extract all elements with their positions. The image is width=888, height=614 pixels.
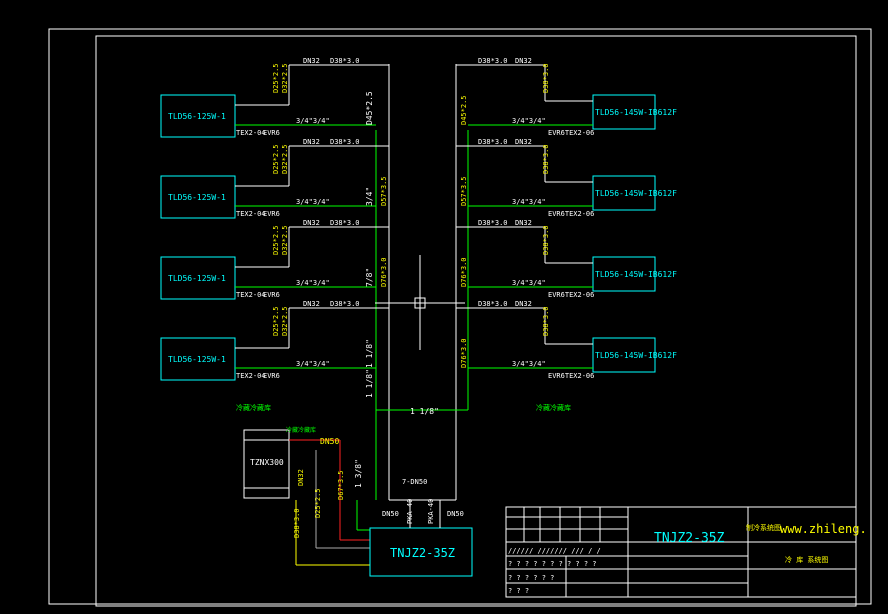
right-riser-spec: D76*3.0 (460, 257, 468, 287)
left-d38-label: D38*3.0 (330, 57, 360, 65)
left-tex-label: TEX2-04 (236, 210, 266, 218)
right-evaporator-label: TLD56-145W-IB612F (595, 270, 677, 279)
left-evaporator-label: TLD56-125W-1 (168, 193, 226, 202)
right-riser-spec: D57*3.5 (460, 176, 468, 206)
right-d38-vlabel: D38*3.0 (542, 225, 550, 255)
left-d38-label: D38*3.0 (330, 138, 360, 146)
left-riser-size: 1 1/8" (365, 339, 374, 368)
dn50-right-label: DN50 (447, 510, 464, 518)
left-d25-label: D25*2.5 (272, 225, 280, 255)
title-caption: 冷 库 系统图 (785, 555, 828, 564)
left-d32-label: D32*2.5 (281, 63, 289, 93)
right-evr-label: EVR6TEX2-06 (548, 210, 594, 218)
left-size-label: 3/4"3/4" (296, 198, 330, 206)
right-d38-label: D38*3.0 (478, 300, 508, 308)
right-dn32-label: DN32 (515, 57, 532, 65)
right-d38-vlabel: D38*3.0 (542, 306, 550, 336)
right-evr-label: EVR6TEX2-06 (548, 291, 594, 299)
right-size-label: 3/4"3/4" (512, 279, 546, 287)
title-row-q2: ? ? ? ? ? ? (508, 574, 554, 582)
title-model: TNJZ2-35Z (654, 531, 725, 546)
right-d38-vlabel: D38*3.0 (542, 144, 550, 174)
right-riser-spec: D45*2.5 (460, 95, 468, 125)
left-riser-size: 7/8" (365, 268, 374, 287)
cross-size-label: 1 1/8" (410, 407, 439, 416)
left-size-label: 3/4"3/4" (296, 279, 330, 287)
right-evaporator-label: TLD56-145W-IB612F (595, 189, 677, 198)
right-dn32-label: DN32 (515, 300, 532, 308)
inner-frame (95, 35, 857, 607)
left-dn32-label: DN32 (303, 138, 320, 146)
right-size-label: 3/4"3/4" (512, 117, 546, 125)
left-d32-label: D32*2.5 (281, 144, 289, 174)
right-d38-label: D38*3.0 (478, 219, 508, 227)
left-d32-label: D32*2.5 (281, 225, 289, 255)
right-dn32-label: DN32 (515, 138, 532, 146)
left-evaporator-label: TLD56-125W-1 (168, 112, 226, 121)
left-riser-size: D45*2.5 (365, 91, 374, 125)
left-zone-note: 冷藏冷藏库 (236, 403, 271, 412)
system-diagram-canvas: TLD56-125W-1DN32 D38*3.0D25*2.5 D32*2.53/4… (48, 28, 872, 607)
dn32-v-label: DN32 (297, 469, 305, 486)
size-138-label: 1 3/8" (354, 459, 363, 488)
d67-v-label: D67*3.5 (337, 470, 345, 500)
left-evaporator-label: TLD56-125W-1 (168, 274, 226, 283)
left-evaporator-label: TLD56-125W-1 (168, 355, 226, 364)
right-d38-label: D38*3.0 (478, 138, 508, 146)
dn50-7-label: 7-DN50 (402, 478, 427, 486)
right-evr-label: EVR6TEX2-06 (548, 129, 594, 137)
left-d38-label: D38*3.0 (330, 219, 360, 227)
title-row-q3: ? ? ? (508, 587, 529, 595)
title-dept: 制冷系统图 (746, 523, 781, 532)
left-d25-label: D25*2.5 (272, 144, 280, 174)
tank-tag: 冷藏冷藏库 (286, 426, 316, 434)
left-tex-label: TEX2-04 (236, 372, 266, 380)
right-evr-label: EVR6TEX2-06 (548, 372, 594, 380)
left-d25-label: D25*2.5 (272, 306, 280, 336)
title-site: www.zhileng. (780, 522, 867, 536)
title-row-q1: ? ? ? ? ? ? ? ? ? ? ? (508, 560, 597, 568)
right-size-label: 3/4"3/4" (512, 198, 546, 206)
title-row-marks: ////// /////// /// / / (508, 547, 601, 555)
right-riser-spec: D76*3.0 (460, 338, 468, 368)
dn50-left-label: DN50 (382, 510, 399, 518)
right-evaporator-label: TLD56-145W-IB612F (595, 351, 677, 360)
right-size-label: 3/4"3/4" (512, 360, 546, 368)
riser-size-label: 1 1/8" (365, 369, 374, 398)
left-d32-label: D32*2.5 (281, 306, 289, 336)
left-size-label: 3/4"3/4" (296, 117, 330, 125)
pka-left-label: PKA-40 (406, 499, 414, 524)
pka-right-label: PKA-40 (427, 499, 435, 524)
tank-label: TZNX300 (250, 458, 284, 467)
left-evr-label: EVR6 (263, 291, 280, 299)
d38-v-label: D38*3.0 (293, 508, 301, 538)
left-evr-label: EVR6 (263, 129, 280, 137)
left-dn32-label: DN32 (303, 219, 320, 227)
left-size-label: 3/4"3/4" (296, 360, 330, 368)
d25-v-label: D25*2.5 (314, 488, 322, 518)
right-d38-vlabel: D38*3.0 (542, 63, 550, 93)
right-zone-note: 冷藏冷藏库 (536, 403, 571, 412)
left-riser-spec: D57*3.5 (380, 176, 388, 206)
dn50-label: DN50 (320, 437, 339, 446)
left-riser-spec: D76*3.0 (380, 257, 388, 287)
right-dn32-label: DN32 (515, 219, 532, 227)
left-d25-label: D25*2.5 (272, 63, 280, 93)
left-evr-label: EVR6 (263, 372, 280, 380)
left-evr-label: EVR6 (263, 210, 280, 218)
cad-drawing-viewport[interactable]: TLD56-125W-1 DN32 D38*3.0 D25*2.5 D32*2.5 3/4… (0, 0, 888, 614)
left-d38-label: D38*3.0 (330, 300, 360, 308)
right-evaporator-label: TLD56-145W-IB612F (595, 108, 677, 117)
right-d38-label: D38*3.0 (478, 57, 508, 65)
left-tex-label: TEX2-04 (236, 129, 266, 137)
left-riser-size: 3/4" (365, 187, 374, 206)
left-tex-label: TEX2-04 (236, 291, 266, 299)
left-dn32-label: DN32 (303, 57, 320, 65)
compressor-unit-label: TNJZ2-35Z (390, 546, 455, 560)
left-dn32-label: DN32 (303, 300, 320, 308)
